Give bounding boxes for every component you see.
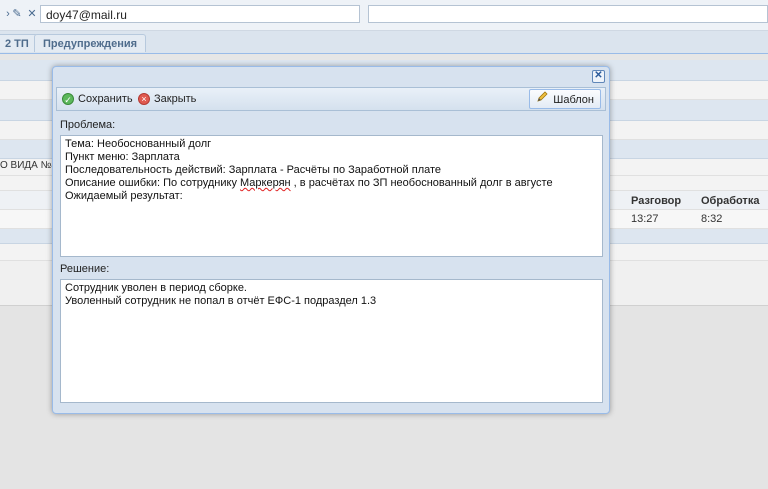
dialog-header: ✕ bbox=[53, 67, 609, 85]
error-suffix: , в расчётах по ЗП необоснованный долг в… bbox=[290, 177, 553, 189]
problem-label: Проблема: bbox=[60, 119, 116, 131]
save-button-label: Сохранить bbox=[78, 93, 133, 105]
edit-pencil-icon[interactable]: ✎ bbox=[9, 5, 25, 23]
issue-dialog: ✕ ✓ Сохранить × Закрыть Шаблон Проблема: Т… bbox=[52, 66, 610, 414]
close-button-label: Закрыть bbox=[154, 93, 197, 105]
tab-strip: 2 ТП Предупреждения bbox=[0, 31, 768, 54]
secondary-field[interactable] bbox=[368, 5, 768, 23]
error-prefix: Описание ошибки: По сотруднику bbox=[65, 177, 241, 189]
tab-warnings[interactable]: Предупреждения bbox=[34, 34, 147, 52]
solution-textarea[interactable]: Сотрудник уволен в период сборке. Уволенн… bbox=[60, 279, 603, 403]
column-header-talk[interactable]: Разговор bbox=[631, 195, 681, 207]
close-circle-icon: × bbox=[138, 93, 150, 106]
column-header-processing[interactable]: Обработка bbox=[701, 195, 759, 207]
dialog-close-button[interactable]: ✕ bbox=[592, 70, 605, 83]
top-toolbar: › ✎ ✕ doy47@mail.ru bbox=[0, 0, 768, 31]
save-button[interactable]: ✓ Сохранить bbox=[62, 90, 133, 108]
template-button-label: Шаблон bbox=[553, 94, 594, 106]
clear-x-icon[interactable]: ✕ bbox=[24, 5, 40, 23]
solution-line-2: Уволенный сотрудник не попал в отчёт ЕФС… bbox=[65, 295, 377, 307]
checkmark-icon: ✓ bbox=[62, 93, 74, 106]
dialog-toolbar: ✓ Сохранить × Закрыть Шаблон bbox=[56, 87, 606, 111]
problem-line-menu: Пункт меню: Зарплата bbox=[65, 151, 180, 163]
pencil-icon bbox=[536, 90, 549, 110]
problem-line-topic: Тема: Необоснованный долг bbox=[65, 138, 212, 150]
tab-2tp[interactable]: 2 ТП bbox=[0, 34, 38, 52]
table-cell-processing: 8:32 bbox=[701, 213, 723, 225]
solution-line-1: Сотрудник уволен в период сборке. bbox=[65, 282, 247, 294]
table-cell-talk: 13:27 bbox=[631, 213, 659, 225]
problem-line-error: Описание ошибки: По сотруднику Маркерян … bbox=[65, 177, 598, 190]
template-button[interactable]: Шаблон bbox=[529, 89, 601, 109]
solution-label: Решение: bbox=[60, 263, 110, 275]
email-field[interactable]: doy47@mail.ru bbox=[40, 5, 360, 23]
spellcheck-word: Маркерян bbox=[240, 177, 291, 189]
problem-line-expected: Ожидаемый результат: bbox=[65, 190, 183, 202]
problem-line-steps: Последовательность действий: Зарплата - … bbox=[65, 164, 442, 176]
background-row-text: О ВИДА №4 bbox=[0, 160, 57, 171]
problem-textarea[interactable]: Тема: Необоснованный долг Пункт меню: Зар… bbox=[60, 135, 603, 257]
close-button[interactable]: × Закрыть bbox=[138, 90, 196, 108]
